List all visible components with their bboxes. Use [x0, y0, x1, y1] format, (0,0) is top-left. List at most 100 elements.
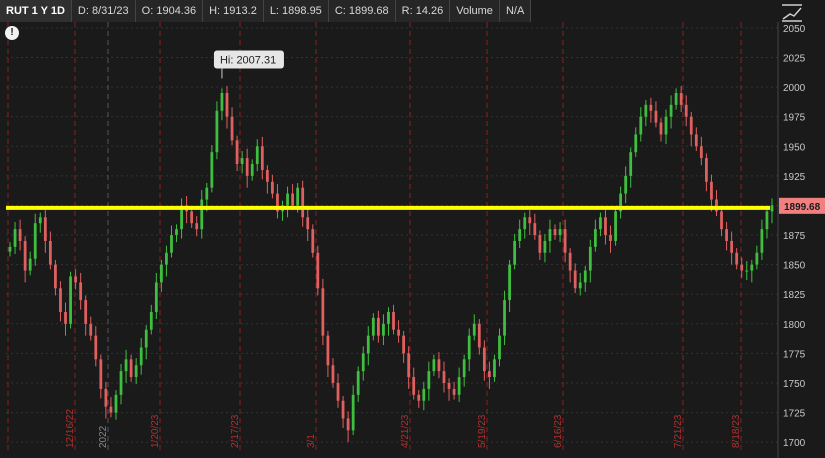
candle-body [371, 317, 375, 336]
candle-body [376, 317, 380, 336]
candle-body [331, 365, 335, 383]
candle-body [452, 388, 456, 395]
candle-body [265, 169, 269, 182]
price-chart[interactable]: 12/16/22 2022 1/20/23 2/17/23 3/1 4/21/23 5/19… [0, 0, 825, 458]
y-tick-label: 1925 [783, 172, 806, 183]
candle-body [114, 394, 118, 413]
candle-body [134, 365, 138, 378]
candle-body [679, 93, 683, 105]
candle-body [220, 93, 224, 111]
chart-style-icon[interactable] [778, 2, 806, 24]
candle-body [417, 394, 421, 401]
date-label: D: 8/31/23 [72, 0, 136, 22]
high-marker-label: Hi: 2007.31 [220, 54, 276, 66]
y-tick-label: 1975 [783, 113, 806, 124]
candle-body [59, 288, 62, 312]
candle-body [669, 104, 673, 117]
candle-body [28, 258, 32, 271]
candle-body [210, 152, 214, 188]
y-tick-label: 1825 [783, 290, 806, 301]
high-label: H: 1913.2 [203, 0, 264, 22]
candle-body [674, 93, 678, 105]
candle-body [523, 217, 527, 230]
open-label: O: 1904.36 [136, 0, 204, 22]
candle-body [316, 252, 320, 289]
y-tick-label: 2000 [783, 83, 806, 94]
candle-body [563, 229, 567, 253]
candle-body [356, 371, 360, 395]
candle-body [170, 235, 173, 253]
candle-body [553, 229, 557, 236]
candle-body [604, 217, 607, 236]
x-tick-label: 8/18/23 [731, 414, 742, 448]
candle-body [447, 382, 451, 389]
candle-body [306, 217, 310, 230]
candle-body [548, 229, 552, 241]
y-tick-label: 1850 [783, 261, 806, 272]
candle-body [735, 252, 739, 265]
candle-body [614, 211, 617, 241]
y-tick-label: 1750 [783, 379, 806, 390]
candle-body [346, 418, 350, 431]
x-tick-label: 2022 [98, 425, 109, 448]
symbol-label[interactable]: RUT 1 Y 1D [0, 0, 72, 22]
alert-icon[interactable]: ! [5, 26, 19, 40]
candle-body [437, 359, 441, 372]
candle-body [518, 229, 522, 241]
candle-body [503, 300, 506, 336]
x-tick-label: 7/21/23 [673, 414, 684, 448]
candle-body [664, 116, 668, 135]
candle-body [493, 359, 496, 378]
candle-body [54, 264, 57, 289]
candle-body [235, 140, 239, 165]
candle-body [48, 240, 52, 265]
volume-value: N/A [500, 0, 532, 22]
x-tick-label: 3/1 [306, 434, 317, 448]
candle-body [69, 276, 72, 324]
candle-body [472, 323, 476, 336]
candle-body [205, 187, 209, 200]
candle-body [215, 110, 219, 153]
candle-body [200, 199, 204, 230]
candle-body [195, 223, 199, 230]
candle-body [351, 394, 355, 431]
chart-header: RUT 1 Y 1D D: 8/31/23 O: 1904.36 H: 1913… [0, 0, 532, 22]
candle-body [755, 252, 759, 265]
x-tick-label: 2/17/23 [230, 414, 241, 448]
candle-body [326, 335, 330, 366]
x-tick-label: 5/19/23 [477, 414, 488, 448]
range-label: R: 14.26 [396, 0, 451, 22]
candle-body [366, 335, 370, 354]
candle-body [13, 229, 17, 247]
candle-body [770, 205, 774, 212]
candle-body [109, 406, 113, 413]
candle-body [119, 371, 123, 395]
y-tick-label: 2025 [783, 54, 806, 65]
chart-area[interactable]: 12/16/22 2022 1/20/23 2/17/23 3/1 4/21/23 5/19… [0, 0, 825, 458]
close-label: C: 1899.68 [329, 0, 396, 22]
candle-body [513, 240, 517, 265]
candle-body [225, 93, 229, 117]
candle-body [720, 211, 723, 230]
candle-body [649, 104, 653, 111]
candle-body [190, 211, 194, 224]
low-label: L: 1898.95 [264, 0, 329, 22]
candle-body [588, 246, 592, 271]
candle-body [255, 146, 259, 165]
candle-body [482, 347, 486, 372]
candle-body [361, 353, 365, 372]
candle-body [286, 193, 289, 206]
x-tick-label: 12/16/22 [65, 409, 76, 448]
candle-body [573, 270, 577, 289]
candle-body [74, 276, 77, 283]
candle-body [43, 217, 47, 241]
candle-body [321, 288, 325, 336]
candle-body [402, 335, 406, 354]
candle-body [705, 158, 708, 182]
x-tick-label: 1/20/23 [150, 414, 161, 448]
candle-body [750, 264, 754, 271]
candle-body [644, 104, 648, 117]
candle-body [745, 270, 749, 272]
candle-body [599, 217, 602, 230]
candle-body [432, 359, 436, 372]
